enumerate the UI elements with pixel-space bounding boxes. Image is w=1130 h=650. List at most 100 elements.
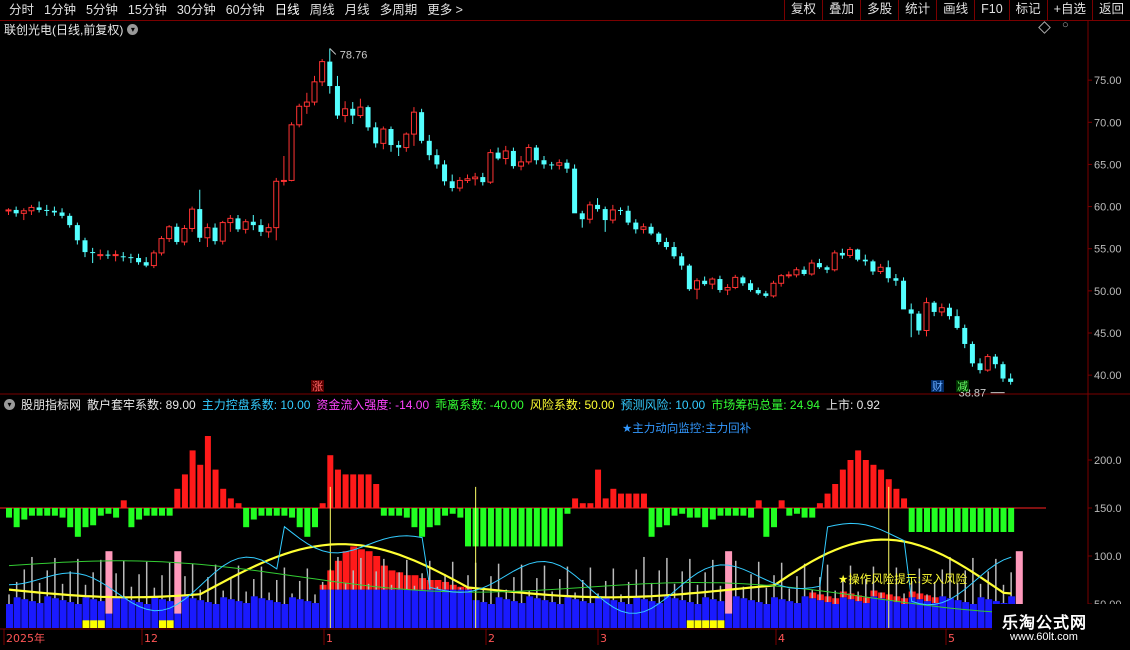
candle-body-down — [572, 168, 578, 214]
blue-bar — [977, 597, 985, 628]
hist-red — [855, 450, 862, 508]
candle-body-up — [273, 180, 280, 229]
blue-bar — [21, 599, 29, 628]
candle-body-up — [984, 356, 991, 371]
candle-body-up — [296, 105, 303, 126]
annotation-risk: ★操作风险提示:买入风险 — [838, 572, 968, 586]
date-label: 2 — [488, 632, 495, 645]
candle-body-down — [962, 327, 968, 344]
blue-bar — [755, 602, 763, 628]
blue-bar — [549, 602, 557, 628]
hist-green — [113, 508, 120, 518]
signal-zhang: 涨 — [312, 380, 323, 393]
blue-bar — [304, 601, 312, 628]
hist-red — [120, 500, 127, 508]
blue-bar — [533, 598, 541, 628]
candle-body-up — [847, 249, 853, 256]
candle-body-down — [51, 210, 57, 213]
blue-bar — [839, 597, 847, 628]
high-price-label: 78.76 — [340, 49, 368, 61]
candle-body-down — [977, 363, 983, 371]
candle-body-up — [709, 278, 716, 285]
candle-body-down — [625, 210, 631, 223]
hist-red — [832, 484, 839, 508]
hist-green — [44, 508, 51, 516]
blue-bar — [793, 603, 801, 628]
hist-green — [480, 508, 487, 547]
hist-red — [816, 503, 823, 508]
kline-chart[interactable]: 75.00 70.00 65.00 60.00 55.00 50.00 45.00 40.00… — [0, 0, 1130, 650]
yellow-bar — [82, 620, 90, 628]
hist-green — [786, 508, 793, 516]
blue-bar — [44, 596, 52, 628]
date-label: 2025年 — [6, 631, 45, 645]
hist-green — [82, 508, 89, 528]
hist-green — [419, 508, 426, 537]
blue-bar — [457, 589, 465, 628]
candle-body-down — [717, 279, 723, 291]
candle-body-down — [13, 209, 19, 214]
blue-bar — [388, 589, 396, 628]
candle-body-down — [1008, 378, 1014, 382]
candle-body-down — [105, 254, 111, 256]
candle-body-up — [380, 128, 387, 144]
candle-body-down — [373, 127, 379, 144]
hist-green — [510, 508, 517, 547]
blue-bar — [212, 604, 220, 628]
pink-marker — [725, 551, 733, 614]
blue-bar — [962, 602, 970, 628]
hist-green — [28, 508, 35, 516]
hist-red — [602, 498, 609, 508]
blue-bar — [465, 589, 472, 628]
blue-bar — [564, 597, 572, 628]
candle-body-up — [204, 227, 211, 239]
blue-bar — [740, 598, 748, 628]
blue-bar — [380, 589, 388, 628]
hist-green — [266, 508, 273, 516]
candle-body-down — [893, 278, 899, 281]
blue-bar — [640, 599, 648, 628]
candle-body-up — [770, 282, 777, 297]
hist-green — [166, 508, 173, 516]
candle-body-down — [136, 257, 142, 263]
candle-body-down — [549, 164, 555, 166]
hist-green — [388, 508, 395, 516]
hist-green — [51, 508, 58, 516]
blue-bar — [113, 596, 121, 628]
blue-bar — [748, 600, 756, 628]
blue-bar — [220, 597, 228, 628]
price-tick-label: 75.00 — [1094, 75, 1122, 87]
blue-bar — [281, 604, 289, 628]
candle-body-down — [36, 207, 42, 210]
blue-bar — [197, 600, 205, 628]
blue-bar — [763, 604, 771, 628]
hist-red — [235, 503, 242, 508]
signal-cai: 财 — [932, 379, 943, 393]
blue-bar — [870, 596, 878, 628]
hist-red — [373, 484, 380, 508]
blue-bar — [426, 589, 434, 628]
yellow-bar — [686, 620, 694, 628]
hist-green — [396, 508, 403, 516]
candle-body-down — [120, 256, 126, 258]
candle-body-up — [112, 254, 119, 257]
blue-bar — [403, 589, 411, 628]
date-label: 1 — [326, 632, 333, 645]
hist-green — [90, 508, 97, 526]
hist-green — [977, 508, 984, 532]
hist-red — [365, 474, 372, 508]
price-tick-label: 60.00 — [1094, 202, 1122, 214]
blue-bar — [227, 599, 235, 628]
candle-body-down — [663, 241, 669, 248]
candle-body-down — [855, 249, 861, 260]
candle-body-up — [586, 204, 593, 220]
candle-body-down — [679, 256, 685, 266]
candle-body-down — [763, 293, 769, 296]
blue-bar — [74, 604, 82, 628]
hist-green — [992, 508, 999, 532]
blue-bar — [595, 596, 603, 628]
hist-green — [403, 508, 410, 518]
hist-green — [702, 508, 709, 528]
hist-green — [143, 508, 150, 516]
blue-bar — [487, 604, 495, 628]
